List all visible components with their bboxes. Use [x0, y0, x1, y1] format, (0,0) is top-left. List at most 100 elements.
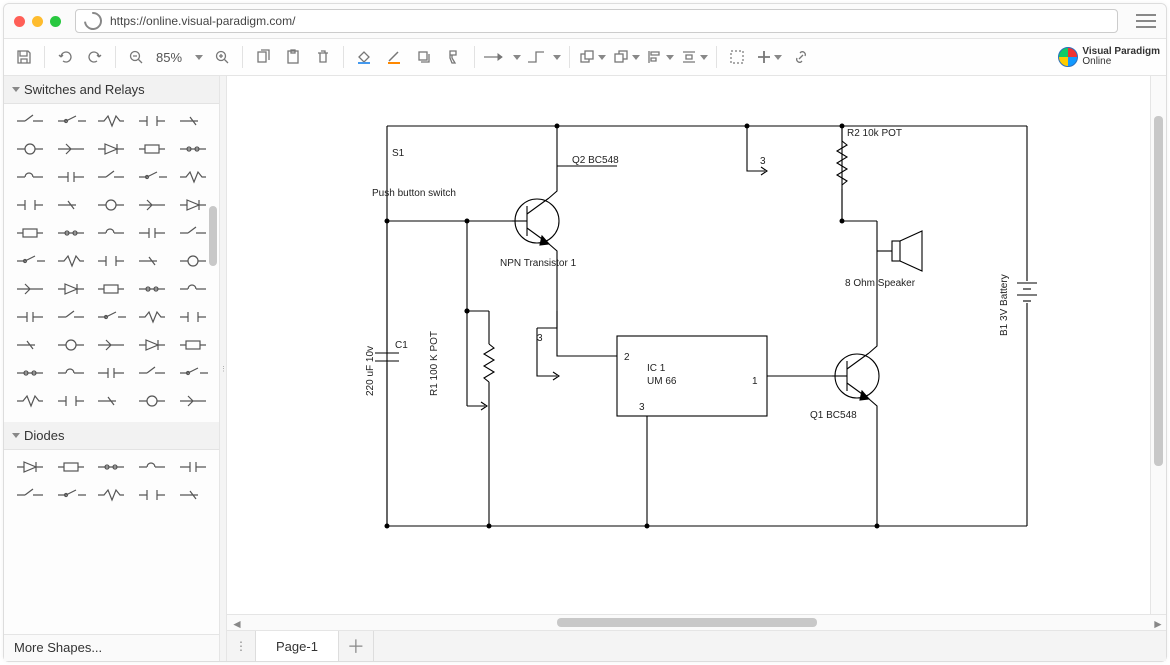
- shape-stencil[interactable]: [12, 306, 49, 328]
- shape-stencil[interactable]: [93, 278, 130, 300]
- shadow-button[interactable]: [410, 43, 438, 71]
- shape-stencil[interactable]: [53, 250, 90, 272]
- shape-stencil[interactable]: [93, 362, 130, 384]
- palette-header-switches[interactable]: Switches and Relays: [4, 76, 219, 104]
- shape-stencil[interactable]: [53, 278, 90, 300]
- paste-button[interactable]: [279, 43, 307, 71]
- close-window-icon[interactable]: [14, 16, 25, 27]
- connector-style-button[interactable]: [481, 43, 521, 71]
- shape-stencil[interactable]: [174, 194, 211, 216]
- redo-button[interactable]: [81, 43, 109, 71]
- refresh-icon[interactable]: [80, 8, 105, 33]
- canvas-horizontal-scrollbar[interactable]: ◄ ►: [227, 614, 1166, 630]
- shape-stencil[interactable]: [93, 222, 130, 244]
- shape-stencil[interactable]: [12, 138, 49, 160]
- shape-stencil[interactable]: [93, 334, 130, 356]
- shape-stencil[interactable]: [12, 166, 49, 188]
- shape-stencil[interactable]: [134, 306, 171, 328]
- shape-stencil[interactable]: [174, 390, 211, 412]
- shape-stencil[interactable]: [134, 362, 171, 384]
- to-back-button[interactable]: [610, 43, 642, 71]
- shape-stencil[interactable]: [93, 250, 130, 272]
- shape-stencil[interactable]: [174, 222, 211, 244]
- shape-stencil[interactable]: [134, 484, 171, 506]
- shape-stencil[interactable]: [174, 362, 211, 384]
- shape-stencil[interactable]: [53, 456, 90, 478]
- fill-color-button[interactable]: [350, 43, 378, 71]
- shape-stencil[interactable]: [12, 390, 49, 412]
- shape-stencil[interactable]: [53, 138, 90, 160]
- waypoint-style-button[interactable]: [523, 43, 563, 71]
- shape-stencil[interactable]: [174, 278, 211, 300]
- shape-stencil[interactable]: [174, 456, 211, 478]
- shape-stencil[interactable]: [53, 484, 90, 506]
- more-shapes-button[interactable]: More Shapes...: [4, 634, 219, 661]
- shape-stencil[interactable]: [93, 110, 130, 132]
- zoom-dropdown[interactable]: [188, 43, 206, 71]
- shape-stencil[interactable]: [134, 222, 171, 244]
- shape-stencil[interactable]: [134, 110, 171, 132]
- link-button[interactable]: [787, 43, 815, 71]
- to-front-button[interactable]: [576, 43, 608, 71]
- undo-button[interactable]: [51, 43, 79, 71]
- shape-stencil[interactable]: [174, 110, 211, 132]
- copy-button[interactable]: [249, 43, 277, 71]
- shape-stencil[interactable]: [12, 110, 49, 132]
- shape-stencil[interactable]: [12, 334, 49, 356]
- shape-stencil[interactable]: [174, 484, 211, 506]
- shape-stencil[interactable]: [134, 138, 171, 160]
- insert-button[interactable]: [753, 43, 785, 71]
- shape-stencil[interactable]: [53, 362, 90, 384]
- delete-button[interactable]: [309, 43, 337, 71]
- shape-stencil[interactable]: [174, 306, 211, 328]
- url-bar[interactable]: https://online.visual-paradigm.com/: [75, 9, 1118, 33]
- shape-stencil[interactable]: [12, 484, 49, 506]
- shape-stencil[interactable]: [134, 194, 171, 216]
- shape-stencil[interactable]: [93, 390, 130, 412]
- shape-stencil[interactable]: [53, 390, 90, 412]
- shape-stencil[interactable]: [53, 334, 90, 356]
- shape-stencil[interactable]: [12, 362, 49, 384]
- shape-stencil[interactable]: [134, 390, 171, 412]
- page-tab-1[interactable]: Page-1: [256, 631, 339, 661]
- shape-stencil[interactable]: [174, 166, 211, 188]
- shape-stencil[interactable]: [12, 278, 49, 300]
- distribute-button[interactable]: [678, 43, 710, 71]
- shape-stencil[interactable]: [12, 222, 49, 244]
- shape-stencil[interactable]: [174, 138, 211, 160]
- library-scrollbar[interactable]: [207, 76, 219, 634]
- zoom-out-button[interactable]: [122, 43, 150, 71]
- split-handle[interactable]: ⋮: [220, 76, 227, 661]
- format-painter-button[interactable]: [440, 43, 468, 71]
- shape-stencil[interactable]: [12, 250, 49, 272]
- shape-stencil[interactable]: [174, 250, 211, 272]
- shape-stencil[interactable]: [93, 194, 130, 216]
- line-color-button[interactable]: [380, 43, 408, 71]
- shape-stencil[interactable]: [93, 138, 130, 160]
- shape-stencil[interactable]: [93, 484, 130, 506]
- shape-stencil[interactable]: [93, 166, 130, 188]
- menu-icon[interactable]: [1136, 14, 1156, 28]
- shape-stencil[interactable]: [134, 456, 171, 478]
- shape-stencil[interactable]: [134, 250, 171, 272]
- page-menu-icon[interactable]: ⋮: [227, 631, 256, 661]
- shape-stencil[interactable]: [53, 306, 90, 328]
- zoom-in-button[interactable]: [208, 43, 236, 71]
- shape-stencil[interactable]: [12, 456, 49, 478]
- shape-stencil[interactable]: [134, 166, 171, 188]
- add-page-button[interactable]: ＋: [339, 631, 374, 661]
- shape-stencil[interactable]: [53, 222, 90, 244]
- shape-stencil[interactable]: [134, 278, 171, 300]
- save-button[interactable]: [10, 43, 38, 71]
- palette-header-diodes[interactable]: Diodes: [4, 422, 219, 450]
- minimize-window-icon[interactable]: [32, 16, 43, 27]
- shape-stencil[interactable]: [134, 334, 171, 356]
- canvas-vertical-scrollbar[interactable]: [1150, 76, 1166, 614]
- shape-stencil[interactable]: [12, 194, 49, 216]
- shape-stencil[interactable]: [174, 334, 211, 356]
- diagram-canvas[interactable]: S1 Push button switch C1: [227, 76, 1150, 614]
- align-button[interactable]: [644, 43, 676, 71]
- select-tool-button[interactable]: [723, 43, 751, 71]
- shape-stencil[interactable]: [53, 194, 90, 216]
- shape-stencil[interactable]: [93, 306, 130, 328]
